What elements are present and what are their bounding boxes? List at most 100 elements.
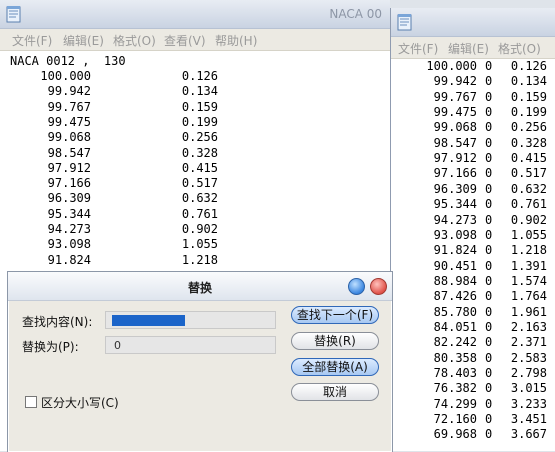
row-z-value: 0 [485, 258, 493, 273]
text-editor-area[interactable]: 100.000 0 0.126 99.942 0 0.134 99.767 0 0.159 99.… [391, 59, 555, 451]
row-z-value: 0 [485, 335, 493, 350]
replace-button[interactable]: 替换(R) [291, 332, 379, 350]
row-x-value: 74.299 [433, 396, 477, 411]
menu-file[interactable]: 文件(F) [398, 40, 438, 57]
menu-edit[interactable]: 编辑(E) [63, 32, 104, 49]
row-y-value: 1.391 [510, 258, 547, 273]
row-z-value: 0 [485, 227, 493, 242]
row-x-value: 97.166 [433, 166, 477, 181]
row-y-value: 1.961 [510, 304, 547, 319]
row-x-value: 97.912 [433, 151, 477, 166]
row-z-value: 0 [485, 135, 493, 150]
row-x-value: 99.767 [47, 99, 91, 114]
row-x-value: 99.942 [433, 74, 477, 89]
menu-format[interactable]: 格式(O) [498, 40, 541, 57]
row-x-value: 94.273 [433, 212, 477, 227]
find-next-button[interactable]: 查找下一个(F) [291, 306, 379, 324]
menu-format[interactable]: 格式(O) [113, 32, 156, 49]
title-bar[interactable]: NACA 00 [0, 0, 390, 29]
title-bar[interactable] [391, 8, 555, 37]
row-y-value: 1.055 [510, 227, 547, 242]
row-y-value: 0.126 [181, 69, 218, 83]
find-selection [112, 315, 185, 326]
notepad-icon [6, 6, 21, 23]
menu-file[interactable]: 文件(F) [12, 32, 52, 49]
row-x-value: 84.051 [433, 319, 477, 334]
match-case-label[interactable]: 区分大小写(C) [41, 394, 119, 411]
row-x-value: 95.344 [433, 197, 477, 212]
row-z-value: 0 [485, 366, 493, 380]
row-z-value: 0 [485, 120, 493, 135]
row-z-value: 0 [485, 319, 493, 334]
replace-all-button[interactable]: 全部替换(A) [291, 358, 379, 376]
row-y-value: 3.451 [510, 412, 547, 427]
row-z-value: 0 [485, 427, 493, 442]
replace-input[interactable]: 0 [105, 336, 276, 354]
row-y-value: 0.632 [181, 191, 218, 206]
row-x-value: 87.426 [433, 289, 477, 304]
row-x-value: 97.166 [47, 176, 91, 191]
row-x-value: 99.942 [47, 84, 91, 99]
row-z-value: 0 [485, 350, 493, 365]
row-y-value: 0.632 [510, 181, 547, 196]
row-x-value: 90.451 [433, 258, 477, 273]
row-z-value: 0 [485, 212, 493, 227]
row-y-value: 0.761 [181, 206, 218, 221]
close-icon[interactable] [370, 278, 387, 295]
menu-help[interactable]: 帮助(H) [215, 32, 257, 49]
row-z-value: 0 [485, 381, 493, 396]
row-y-value: 0.199 [181, 114, 218, 129]
row-x-value: 78.403 [433, 366, 477, 380]
row-x-value: 99.475 [433, 105, 477, 120]
row-y-value: 0.328 [510, 135, 547, 150]
notepad-window-right: 文件(F) 编辑(E) 格式(O) 100.000 0 0.126 99.942 0 0.… [390, 8, 555, 451]
menu-edit[interactable]: 编辑(E) [448, 40, 489, 57]
row-y-value: 0.134 [181, 84, 218, 99]
row-x-value: 80.358 [433, 350, 477, 365]
find-input[interactable] [105, 311, 276, 329]
row-y-value: 0.328 [181, 145, 218, 160]
dialog-title: 替换 [187, 281, 212, 295]
row-x-value: 82.242 [433, 335, 477, 350]
minimize-icon[interactable] [348, 278, 365, 295]
window-title: NACA 00 [329, 7, 382, 21]
row-y-value: 3.015 [510, 381, 547, 396]
notepad-icon [397, 14, 412, 31]
row-z-value: 0 [485, 396, 493, 411]
row-x-value: 99.068 [433, 120, 477, 135]
row-y-value: 1.055 [181, 237, 218, 252]
row-x-value: 85.780 [433, 304, 477, 319]
row-z-value: 0 [485, 151, 493, 166]
row-z-value: 0 [485, 181, 493, 196]
row-y-value: 0.517 [181, 176, 218, 191]
row-y-value: 0.159 [181, 99, 218, 114]
row-x-value: 99.068 [47, 130, 91, 145]
row-x-value: 98.547 [433, 135, 477, 150]
row-x-value: 76.382 [433, 381, 477, 396]
row-y-value: 1.218 [510, 243, 547, 258]
row-y-value: 0.517 [510, 166, 547, 181]
row-y-value: 3.233 [510, 396, 547, 411]
row-y-value: 2.163 [510, 319, 547, 334]
row-z-value: 0 [485, 197, 493, 212]
dialog-title-bar[interactable]: 替换 [8, 272, 392, 301]
row-y-value: 0.415 [510, 151, 547, 166]
row-y-value: 0.159 [510, 89, 547, 104]
row-x-value: 98.547 [47, 145, 91, 160]
row-y-value: 2.583 [510, 350, 547, 365]
row-y-value: 1.218 [181, 252, 218, 267]
row-y-value: 1.764 [510, 289, 547, 304]
row-y-value: 0.902 [181, 222, 218, 236]
row-x-value: 88.984 [433, 273, 477, 288]
menu-view[interactable]: 查看(V) [164, 32, 206, 49]
row-y-value: 2.371 [510, 335, 547, 350]
row-x-value: 95.344 [47, 206, 91, 221]
row-x-value: 100.000 [40, 69, 91, 83]
cancel-button[interactable]: 取消 [291, 383, 379, 401]
row-z-value: 0 [485, 89, 493, 104]
match-case-checkbox[interactable] [25, 396, 37, 408]
row-z-value: 0 [485, 243, 493, 258]
row-y-value: 0.415 [181, 160, 218, 175]
row-z-value: 0 [485, 59, 493, 73]
row-x-value: 96.309 [433, 181, 477, 196]
